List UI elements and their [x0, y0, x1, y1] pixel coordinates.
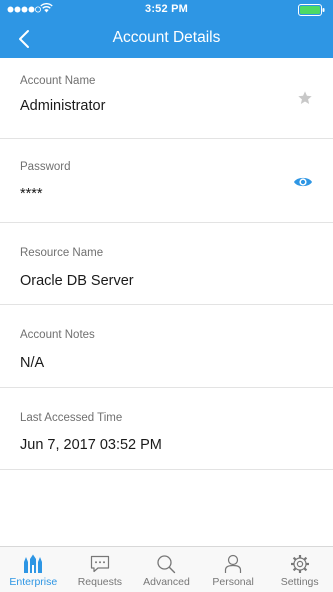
- field-account-notes: Account Notes N/A: [0, 305, 333, 388]
- enterprise-icon: [24, 554, 43, 573]
- password-value: ****: [20, 186, 43, 202]
- gear-icon: [290, 555, 309, 573]
- field-resource-name: Resource Name Oracle DB Server: [0, 223, 333, 305]
- page-title: Account Details: [112, 29, 221, 46]
- status-bar: 3:52 PM: [0, 0, 333, 20]
- tab-advanced-label: Advanced: [143, 576, 190, 588]
- chat-icon: [90, 555, 109, 573]
- field-password: Password ****: [0, 139, 333, 223]
- tab-advanced[interactable]: Advanced: [133, 547, 200, 592]
- app-header: 3:52 PM Account Details: [0, 0, 333, 58]
- account-notes-value: N/A: [20, 355, 45, 371]
- star-icon[interactable]: [297, 90, 313, 106]
- tab-personal-label: Personal: [212, 576, 254, 588]
- resource-name-value: Oracle DB Server: [20, 273, 134, 289]
- last-accessed-value: Jun 7, 2017 03:52 PM: [20, 437, 162, 453]
- account-details-screen: 3:52 PM Account Details Account Name Adm…: [0, 0, 333, 592]
- tab-requests-label: Requests: [77, 576, 123, 588]
- account-notes-label: Account Notes: [20, 329, 95, 341]
- tab-enterprise[interactable]: Enterprise: [0, 547, 67, 592]
- password-label: Password: [20, 161, 71, 173]
- nav-bar: Account Details: [0, 20, 333, 58]
- eye-icon[interactable]: [293, 175, 313, 189]
- tab-settings-label: Settings: [280, 576, 319, 588]
- search-icon: [157, 555, 176, 574]
- resource-name-label: Resource Name: [20, 247, 104, 259]
- status-time: 3:52 PM: [145, 3, 188, 15]
- account-fields: Account Name Administrator Password ****…: [0, 58, 333, 470]
- account-name-value: Administrator: [20, 98, 106, 114]
- field-account-name: Account Name Administrator: [0, 58, 333, 139]
- tab-settings[interactable]: Settings: [266, 547, 333, 592]
- account-name-label: Account Name: [20, 75, 96, 87]
- tab-personal[interactable]: Personal: [200, 547, 267, 592]
- tab-enterprise-label: Enterprise: [9, 576, 58, 588]
- field-last-accessed-time: Last Accessed Time Jun 7, 2017 03:52 PM: [0, 388, 333, 470]
- tab-requests[interactable]: Requests: [67, 547, 134, 592]
- battery-icon: [298, 4, 325, 16]
- last-accessed-label: Last Accessed Time: [20, 412, 123, 424]
- person-icon: [224, 554, 242, 573]
- tab-bar: Enterprise Requests Advanced Personal Se…: [0, 546, 333, 592]
